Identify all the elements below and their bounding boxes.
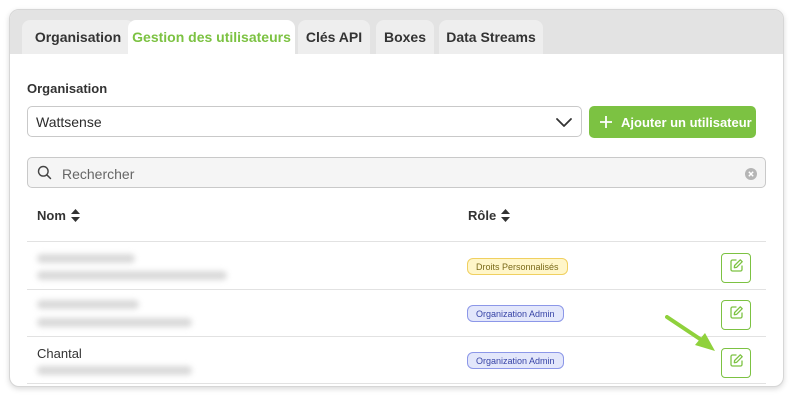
blurred-email — [37, 318, 192, 327]
tab-boxes[interactable]: Boxes — [376, 20, 434, 54]
table-divider — [27, 383, 766, 384]
role-badge: Organization Admin — [467, 352, 564, 369]
edit-icon — [729, 258, 744, 278]
sort-icon — [501, 209, 511, 222]
arrow-pointer-icon — [665, 315, 721, 360]
user-name: Chantal — [37, 346, 82, 361]
column-header-role[interactable]: Rôle — [468, 208, 511, 223]
edit-icon — [729, 305, 744, 325]
edit-user-button[interactable] — [721, 253, 751, 283]
edit-user-button[interactable] — [721, 348, 751, 378]
role-badge: Droits Personnalisés — [467, 258, 568, 275]
column-header-label: Nom — [37, 208, 66, 223]
role-badge: Organization Admin — [467, 305, 564, 322]
table-divider — [27, 289, 766, 290]
user-management-panel: Organisation Gestion des utilisateurs Cl… — [9, 9, 784, 387]
column-header-name[interactable]: Nom — [37, 208, 80, 223]
edit-user-button[interactable] — [721, 300, 751, 330]
table-divider — [27, 336, 766, 337]
sort-icon — [70, 209, 80, 222]
tab-user-management[interactable]: Gestion des utilisateurs — [128, 20, 295, 54]
plus-icon — [599, 115, 613, 129]
search-input[interactable] — [60, 162, 714, 185]
tab-data-streams[interactable]: Data Streams — [439, 20, 543, 54]
column-header-label: Rôle — [468, 208, 497, 223]
add-user-label: Ajouter un utilisateur — [621, 114, 752, 130]
blurred-name — [37, 254, 135, 263]
tab-api-keys[interactable]: Clés API — [298, 20, 370, 54]
tab-organisation[interactable]: Organisation — [22, 20, 134, 54]
search-icon — [37, 165, 52, 185]
blurred-email — [37, 271, 227, 280]
organisation-selected-value: Wattsense — [36, 113, 102, 130]
organisation-select[interactable]: Wattsense — [27, 106, 582, 137]
add-user-button[interactable]: Ajouter un utilisateur — [589, 106, 756, 138]
chevron-down-icon — [555, 114, 573, 133]
table-divider — [27, 241, 766, 242]
clear-icon[interactable] — [745, 167, 757, 185]
edit-icon — [729, 353, 744, 373]
organisation-label: Organisation — [27, 81, 108, 96]
blurred-email — [37, 366, 192, 375]
search-box — [27, 157, 766, 188]
tab-bar: Organisation Gestion des utilisateurs Cl… — [10, 10, 783, 54]
blurred-name — [37, 300, 139, 309]
